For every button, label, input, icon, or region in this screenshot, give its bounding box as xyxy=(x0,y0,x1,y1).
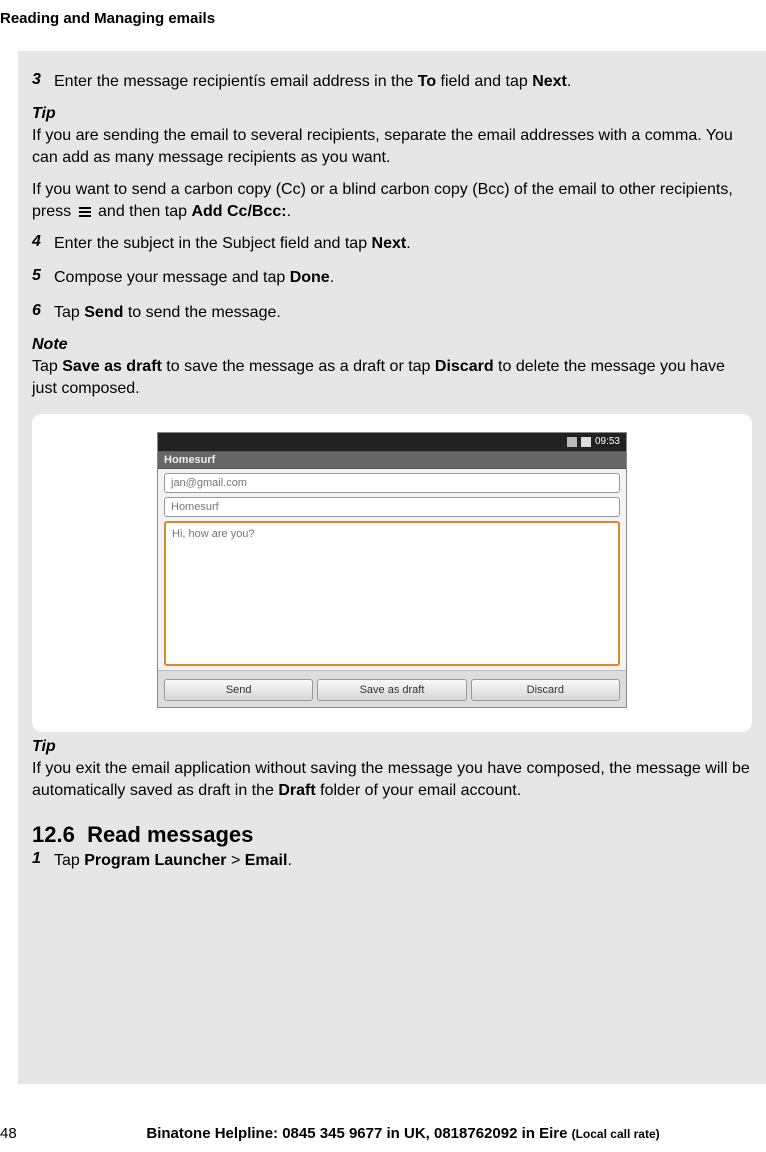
text: Tap xyxy=(54,304,84,321)
step-1-read: 1 Tap Program Launcher > Email. xyxy=(32,850,752,872)
bold-program-launcher: Program Launcher xyxy=(84,852,226,869)
step-text: Enter the message recipientís email addr… xyxy=(54,71,752,93)
step-num: 1 xyxy=(32,850,54,868)
text: field and tap xyxy=(436,73,532,90)
tip2-text: If you exit the email application withou… xyxy=(32,758,752,802)
step-4: 4 Enter the subject in the Subject field… xyxy=(32,233,752,255)
alarm-icon xyxy=(581,437,591,447)
text: . xyxy=(287,852,291,869)
bold-add-cc: Add Cc/Bcc: xyxy=(191,203,286,220)
body-field[interactable]: Hi, how are you? xyxy=(164,521,620,666)
note-text: Tap Save as draft to save the message as… xyxy=(32,356,752,400)
tip-label: Tip xyxy=(32,105,752,123)
statusbar: 09:53 xyxy=(158,433,626,451)
text: Tap xyxy=(54,852,84,869)
bold-email: Email xyxy=(245,852,288,869)
page-number: 48 xyxy=(0,1125,40,1142)
step-num: 3 xyxy=(32,71,54,89)
screenshot: 09:53 Homesurf jan@gmail.com Homesurf Hi… xyxy=(157,432,627,708)
footer-text: Binatone Helpline: 0845 345 9677 in UK, … xyxy=(40,1125,766,1142)
bold-save-draft: Save as draft xyxy=(62,358,162,375)
bold-discard: Discard xyxy=(435,358,494,375)
step-num: 5 xyxy=(32,267,54,285)
text: folder of your email account. xyxy=(316,782,521,799)
text: to save the message as a draft or tap xyxy=(162,358,435,375)
to-field[interactable]: jan@gmail.com xyxy=(164,473,620,493)
text: to send the message. xyxy=(123,304,280,321)
text: Enter the subject in the Subject field a… xyxy=(54,235,372,252)
screenshot-wrap: 09:53 Homesurf jan@gmail.com Homesurf Hi… xyxy=(32,414,752,732)
step-num: 4 xyxy=(32,233,54,251)
cc-paragraph: If you want to send a carbon copy (Cc) o… xyxy=(32,179,752,223)
step-text: Tap Program Launcher > Email. xyxy=(54,850,752,872)
step-text: Compose your message and tap Done. xyxy=(54,267,752,289)
helpline-note: (Local call rate) xyxy=(572,1127,660,1141)
discard-button[interactable]: Discard xyxy=(471,679,620,701)
status-icon xyxy=(567,437,577,447)
bold-next: Next xyxy=(372,235,407,252)
page-header: Reading and Managing emails xyxy=(0,0,766,27)
bold-next: Next xyxy=(532,73,567,90)
tip-text: If you are sending the email to several … xyxy=(32,125,752,169)
content-box: 3 Enter the message recipientís email ad… xyxy=(18,51,766,1084)
button-bar: Send Save as draft Discard xyxy=(158,670,626,707)
text: Compose your message and tap xyxy=(54,269,290,286)
save-draft-button[interactable]: Save as draft xyxy=(317,679,466,701)
bold-draft: Draft xyxy=(278,782,315,799)
bold-done: Done xyxy=(290,269,330,286)
helpline-text: Binatone Helpline: 0845 345 9677 in UK, … xyxy=(146,1125,571,1142)
text: . xyxy=(330,269,334,286)
screen-title: Homesurf xyxy=(158,451,626,469)
text: Enter the message recipientís email addr… xyxy=(54,73,418,90)
text: Tap xyxy=(32,358,62,375)
step-5: 5 Compose your message and tap Done. xyxy=(32,267,752,289)
step-text: Tap Send to send the message. xyxy=(54,302,752,324)
footer: 48 Binatone Helpline: 0845 345 9677 in U… xyxy=(0,1125,766,1142)
section-title: Read messages xyxy=(87,822,253,847)
step-6: 6 Tap Send to send the message. xyxy=(32,302,752,324)
text: . xyxy=(287,203,291,220)
text: . xyxy=(567,73,571,90)
text: . xyxy=(406,235,410,252)
tip-label: Tip xyxy=(32,738,752,756)
send-button[interactable]: Send xyxy=(164,679,313,701)
status-time: 09:53 xyxy=(595,436,620,447)
subject-field[interactable]: Homesurf xyxy=(164,497,620,517)
step-3: 3 Enter the message recipientís email ad… xyxy=(32,71,752,93)
step-text: Enter the subject in the Subject field a… xyxy=(54,233,752,255)
menu-icon xyxy=(78,206,92,218)
text: > xyxy=(227,852,245,869)
bold-send: Send xyxy=(84,304,123,321)
section-num: 12.6 xyxy=(32,822,75,847)
section-heading: 12.6 Read messages xyxy=(32,822,752,848)
text: and then tap xyxy=(98,203,191,220)
note-label: Note xyxy=(32,336,752,354)
bold-to: To xyxy=(418,73,436,90)
step-num: 6 xyxy=(32,302,54,320)
